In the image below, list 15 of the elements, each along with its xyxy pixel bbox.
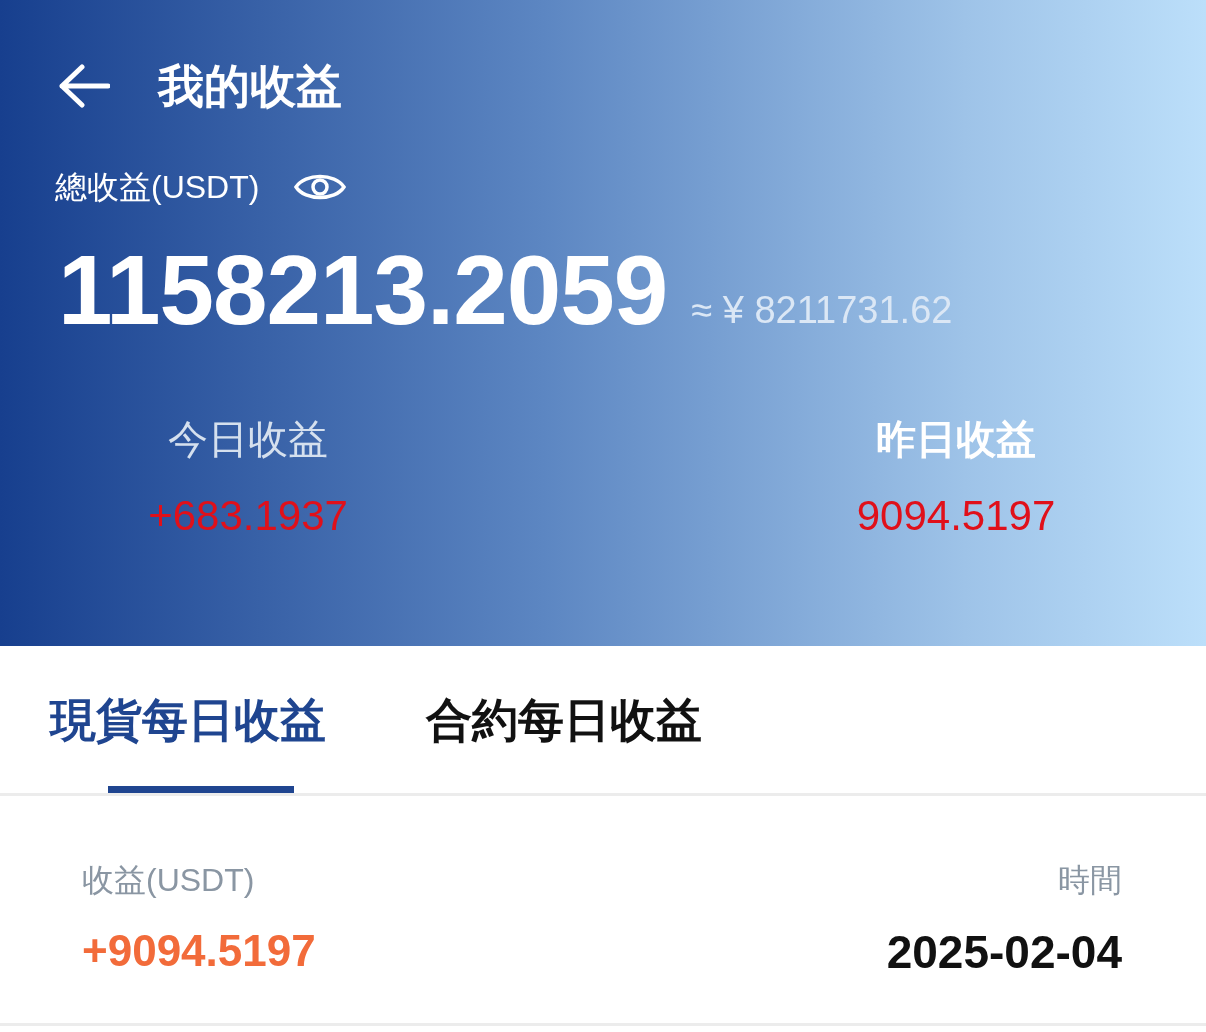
back-icon[interactable] bbox=[58, 63, 110, 108]
stat-value: 9094.5197 bbox=[856, 495, 1056, 537]
tab[interactable]: 合約每日收益 bbox=[426, 646, 702, 793]
page-title: 我的收益 bbox=[158, 62, 342, 109]
total-label: 總收益(USDT) bbox=[55, 168, 260, 207]
tab[interactable]: 現貨每日收益 bbox=[50, 646, 326, 793]
column-header: 收益(USDT) bbox=[82, 861, 255, 900]
table-cell-text: +9094.5197 bbox=[82, 925, 316, 977]
stat-label: 昨日收益 bbox=[876, 419, 1036, 459]
stat-value: +683.1937 bbox=[148, 495, 348, 537]
column-header: 時間 bbox=[1058, 861, 1122, 900]
table-cell-text: 2025-02-04 bbox=[886, 925, 1122, 980]
approx-value: ≈ ¥ 8211731.62 bbox=[691, 288, 953, 333]
total-amount: 1158213.2059 bbox=[58, 241, 668, 339]
stat-label: 今日收益 bbox=[168, 419, 328, 459]
